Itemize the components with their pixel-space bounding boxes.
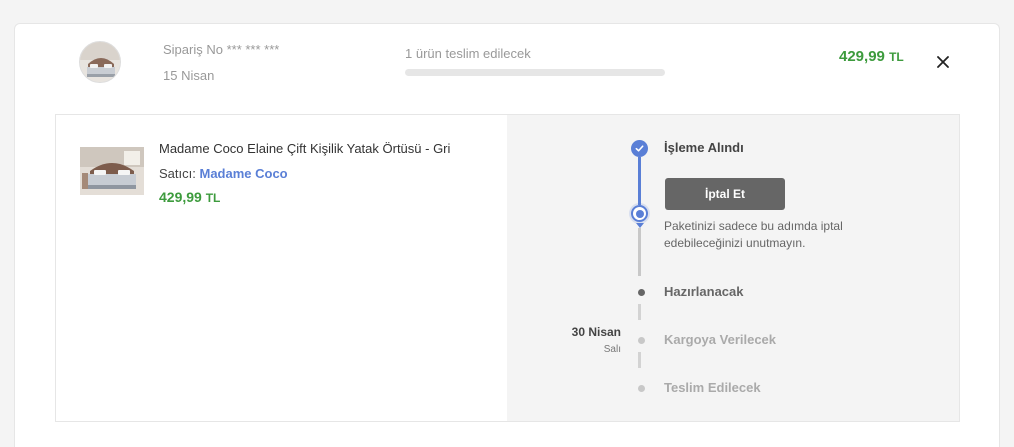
product-price-value: 429,99 bbox=[159, 189, 202, 205]
order-card: Sipariş No *** *** *** 15 Nisan 1 ürün t… bbox=[14, 23, 1000, 447]
step-done-marker bbox=[631, 140, 648, 157]
seller-link[interactable]: Madame Coco bbox=[199, 166, 287, 181]
progress-arrow-icon bbox=[636, 223, 644, 228]
product-image[interactable] bbox=[80, 147, 144, 195]
cancel-order-button[interactable]: İptal Et bbox=[665, 178, 785, 210]
order-total-value: 429,99 bbox=[839, 48, 885, 65]
product-section: Madame Coco Elaine Çift Kişilik Yatak Ör… bbox=[56, 115, 507, 421]
product-name[interactable]: Madame Coco Elaine Çift Kişilik Yatak Ör… bbox=[159, 141, 450, 156]
order-detail-panel: Madame Coco Elaine Çift Kişilik Yatak Ör… bbox=[55, 114, 960, 422]
estimated-day: Salı bbox=[603, 344, 621, 355]
order-total-price: 429,99 TL bbox=[839, 48, 904, 65]
order-thumbnail bbox=[79, 41, 121, 83]
product-price-currency: TL bbox=[205, 191, 221, 205]
step-label-shipping: Kargoya Verilecek bbox=[664, 332, 777, 347]
timeline-connector bbox=[638, 304, 641, 320]
seller-prefix: Satıcı: bbox=[159, 166, 196, 181]
step-marker-preparing bbox=[638, 289, 645, 296]
shipment-status-text: 1 ürün teslim edilecek bbox=[405, 46, 531, 61]
step-label-processed: İşleme Alındı bbox=[664, 140, 744, 155]
step-label-preparing: Hazırlanacak bbox=[664, 284, 744, 299]
order-number: Sipariş No *** *** *** bbox=[163, 42, 280, 57]
estimated-date: 30 Nisan bbox=[571, 325, 621, 339]
product-price: 429,99 TL bbox=[159, 189, 220, 205]
order-date: 15 Nisan bbox=[163, 68, 215, 83]
timeline-connector bbox=[638, 228, 641, 276]
seller-line: Satıcı: Madame Coco bbox=[159, 166, 288, 181]
close-icon bbox=[937, 56, 949, 68]
step-label-delivery: Teslim Edilecek bbox=[664, 380, 761, 395]
order-status-timeline: İşleme Alındı İptal Et Paketinizi sadece… bbox=[507, 115, 959, 421]
check-icon bbox=[635, 145, 644, 152]
cancel-note: Paketinizi sadece bu adımda iptal edebil… bbox=[664, 219, 843, 250]
timeline-connector bbox=[638, 352, 641, 368]
step-marker-delivery bbox=[638, 385, 645, 392]
order-total-currency: TL bbox=[889, 50, 904, 64]
shipment-progress-bar bbox=[405, 69, 665, 76]
close-button[interactable] bbox=[931, 50, 955, 74]
step-current-marker bbox=[631, 205, 648, 222]
step-marker-shipping bbox=[638, 337, 645, 344]
timeline-connector bbox=[638, 157, 641, 205]
